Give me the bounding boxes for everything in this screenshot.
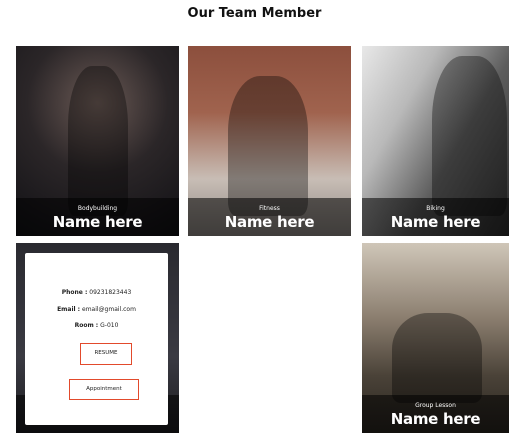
member-email: Email : email@gmail.com [57, 306, 136, 313]
member-name: Name here [224, 213, 315, 231]
team-card-bodybuilding[interactable]: Bodybuilding Name here [16, 46, 179, 236]
member-phone: Phone : 09231823443 [61, 289, 132, 296]
member-room: Room : G-010 [74, 322, 119, 329]
member-name: Name here [52, 213, 143, 231]
member-category: Group Lesson [415, 402, 456, 409]
appointment-button[interactable]: Appointment [69, 379, 139, 400]
page-title: Our Team Member [187, 6, 322, 21]
member-name: Name here [390, 410, 481, 428]
team-card-biking[interactable]: Biking Name here [362, 46, 509, 236]
team-card-group-lesson[interactable]: Group Lesson Name here [362, 243, 509, 433]
team-card-fitness[interactable]: Fitness Name here [188, 46, 351, 236]
member-category: Biking [426, 205, 445, 212]
resume-button[interactable]: RESUME [80, 343, 132, 365]
member-detail-overlay: Phone : 09231823443 Email : email@gmail.… [25, 253, 168, 425]
team-card-detail[interactable]: Name here Phone : 09231823443 Email : em… [16, 243, 179, 433]
member-name: Name here [390, 213, 481, 231]
member-category: Fitness [259, 205, 280, 212]
member-category: Bodybuilding [77, 205, 118, 212]
